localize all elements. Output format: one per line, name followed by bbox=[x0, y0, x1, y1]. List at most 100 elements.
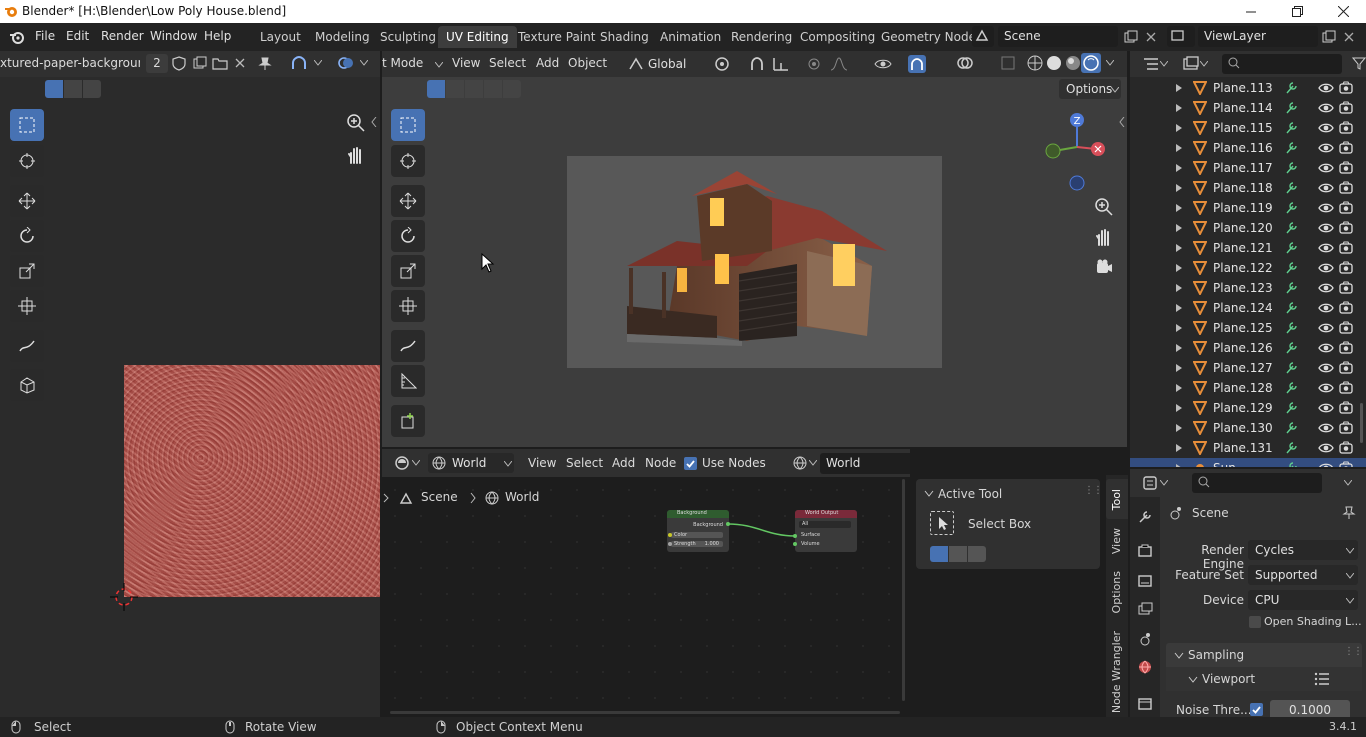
menu-edit[interactable]: Edit bbox=[66, 29, 89, 43]
modifier-wrench-icon[interactable] bbox=[1285, 161, 1297, 175]
viewport-menu-view[interactable]: View bbox=[452, 56, 480, 70]
modifier-wrench-icon[interactable] bbox=[1285, 381, 1297, 395]
panel-select-set-icon[interactable] bbox=[930, 546, 948, 562]
modifier-wrench-icon[interactable] bbox=[1285, 341, 1297, 355]
outliner-row[interactable]: Plane.124 bbox=[1130, 298, 1366, 318]
outliner-row[interactable]: Plane.116 bbox=[1130, 138, 1366, 158]
unlink-image-icon[interactable] bbox=[235, 58, 245, 68]
expand-arrow-icon[interactable] bbox=[1176, 164, 1182, 172]
snap-target-icon[interactable] bbox=[772, 56, 790, 72]
outliner-item-label[interactable]: Plane.114 bbox=[1213, 101, 1273, 115]
outliner-item-label[interactable]: Plane.124 bbox=[1213, 301, 1273, 315]
expand-arrow-icon[interactable] bbox=[1176, 424, 1182, 432]
shader-type-dropdown[interactable]: World bbox=[428, 453, 514, 473]
modifier-wrench-icon[interactable] bbox=[1285, 321, 1297, 335]
collection-properties-icon[interactable] bbox=[1137, 695, 1153, 711]
visibility-eye-icon[interactable] bbox=[1318, 382, 1334, 394]
new-image-icon[interactable] bbox=[193, 56, 207, 70]
gizmo-toggle-icon[interactable] bbox=[908, 55, 926, 73]
vp-pan-hand-icon[interactable] bbox=[1094, 227, 1114, 247]
feature-set-dropdown[interactable]: Supported bbox=[1248, 565, 1358, 585]
vp-cursor-tool[interactable] bbox=[391, 145, 425, 177]
visibility-eye-icon[interactable] bbox=[1318, 442, 1334, 454]
expand-arrow-icon[interactable] bbox=[1176, 444, 1182, 452]
modifier-wrench-icon[interactable] bbox=[1285, 241, 1297, 255]
render-camera-icon[interactable] bbox=[1339, 121, 1353, 134]
modifier-wrench-icon[interactable] bbox=[1285, 101, 1297, 115]
expand-arrow-icon[interactable] bbox=[1176, 204, 1182, 212]
overlay-dropdown-icon[interactable] bbox=[360, 60, 368, 66]
modifier-wrench-icon[interactable] bbox=[1285, 121, 1297, 135]
select-subtract-icon[interactable] bbox=[83, 80, 101, 98]
outliner-row[interactable]: Sun bbox=[1130, 458, 1366, 467]
sidebar-tab-options[interactable]: Options bbox=[1110, 571, 1123, 613]
expand-arrow-icon[interactable] bbox=[1176, 104, 1182, 112]
sampling-drag-icon[interactable]: ⋮⋮ bbox=[1344, 646, 1363, 657]
outliner-item-label[interactable]: Plane.126 bbox=[1213, 341, 1273, 355]
visibility-eye-icon[interactable] bbox=[1318, 262, 1334, 274]
tab-uv-editing[interactable]: UV Editing bbox=[438, 26, 517, 48]
outliner-row[interactable]: Plane.130 bbox=[1130, 418, 1366, 438]
camera-view-icon[interactable] bbox=[1094, 258, 1114, 276]
sidebar-tab-tool[interactable]: Tool bbox=[1110, 489, 1123, 510]
outliner-item-label[interactable]: Plane.120 bbox=[1213, 221, 1273, 235]
navigation-gizmo[interactable]: Z bbox=[1042, 109, 1112, 194]
sidebar-tab-view[interactable]: View bbox=[1110, 528, 1123, 554]
visibility-eye-icon[interactable] bbox=[1318, 282, 1334, 294]
expand-arrow-icon[interactable] bbox=[1176, 184, 1182, 192]
blender-menu-icon[interactable] bbox=[9, 29, 25, 45]
expand-arrow-icon[interactable] bbox=[1176, 304, 1182, 312]
select-set-icon[interactable] bbox=[45, 80, 63, 98]
image-users-count[interactable]: 2 bbox=[146, 54, 168, 73]
scale-tool[interactable] bbox=[10, 255, 44, 287]
falloff-icon[interactable] bbox=[830, 56, 848, 72]
properties-type-chevron-icon[interactable] bbox=[1160, 480, 1168, 486]
panel-collapse-icon[interactable] bbox=[924, 490, 934, 498]
modifier-wrench-icon[interactable] bbox=[1285, 401, 1297, 415]
display-mode-chevron-icon[interactable] bbox=[1200, 61, 1208, 67]
render-camera-icon[interactable] bbox=[1339, 361, 1353, 374]
tool-settings-icon[interactable] bbox=[1137, 509, 1153, 525]
sidebar-tab-node-wrangler[interactable]: Node Wrangler bbox=[1110, 631, 1123, 713]
shading-solid-icon[interactable] bbox=[1046, 55, 1062, 71]
vp-select-invert-icon[interactable] bbox=[484, 80, 502, 98]
outliner-item-label[interactable]: Plane.129 bbox=[1213, 401, 1273, 415]
outliner-search-input[interactable] bbox=[1222, 54, 1342, 74]
node-menu-add[interactable]: Add bbox=[612, 456, 635, 470]
outliner-row[interactable]: Plane.115 bbox=[1130, 118, 1366, 138]
tab-animation[interactable]: Animation bbox=[652, 26, 729, 48]
menu-render[interactable]: Render bbox=[101, 29, 144, 43]
node-v-scrollbar[interactable] bbox=[902, 479, 905, 701]
select-extend-icon[interactable] bbox=[64, 80, 82, 98]
rip-tool[interactable] bbox=[10, 369, 44, 401]
vp-transform-tool[interactable] bbox=[391, 290, 425, 322]
expand-arrow-icon[interactable] bbox=[1176, 264, 1182, 272]
world-properties-icon[interactable] bbox=[1137, 659, 1153, 675]
outliner-item-label[interactable]: Plane.121 bbox=[1213, 241, 1273, 255]
outliner-row[interactable]: Plane.129 bbox=[1130, 398, 1366, 418]
visibility-eye-icon[interactable] bbox=[1318, 222, 1334, 234]
image-name[interactable]: xtured-paper-background.jpg bbox=[0, 56, 140, 70]
visibility-eye-icon[interactable] bbox=[1318, 402, 1334, 414]
presets-list-icon[interactable] bbox=[1314, 672, 1330, 686]
expand-arrow-icon[interactable] bbox=[1176, 384, 1182, 392]
render-properties-icon[interactable] bbox=[1137, 543, 1153, 559]
snap-toggle-icon[interactable] bbox=[749, 56, 765, 72]
outliner-row[interactable]: Plane.120 bbox=[1130, 218, 1366, 238]
outliner-row[interactable]: Plane.131 bbox=[1130, 438, 1366, 458]
vp-sidebar-toggle-icon[interactable] bbox=[1119, 117, 1125, 127]
pan-hand-icon[interactable] bbox=[346, 145, 366, 165]
render-camera-icon[interactable] bbox=[1339, 441, 1353, 454]
output-properties-icon[interactable] bbox=[1137, 573, 1153, 589]
move-tool[interactable] bbox=[10, 185, 44, 217]
properties-options-chevron-icon[interactable] bbox=[1344, 480, 1352, 486]
close-button[interactable] bbox=[1320, 0, 1366, 23]
vp-add-cube-tool[interactable] bbox=[391, 405, 425, 437]
sidebar-toggle-icon[interactable] bbox=[371, 117, 377, 127]
tab-sculpting[interactable]: Sculpting bbox=[372, 26, 444, 48]
visibility-eye-icon[interactable] bbox=[1318, 462, 1334, 467]
visibility-eye-icon[interactable] bbox=[1318, 122, 1334, 134]
outliner-item-label[interactable]: Plane.119 bbox=[1213, 201, 1273, 215]
viewport-menu-object[interactable]: Object bbox=[568, 56, 607, 70]
drag-handle-icon[interactable]: ⋮⋮ bbox=[1084, 485, 1103, 496]
